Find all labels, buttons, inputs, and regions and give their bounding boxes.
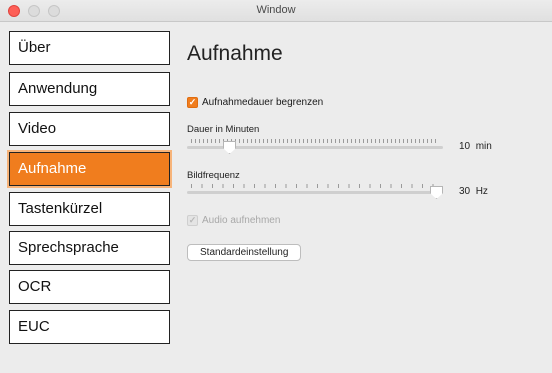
duration-value-number: 10 <box>459 141 471 152</box>
sidebar-item-tastenkurzel[interactable]: Tastenkürzel <box>9 192 170 226</box>
limit-duration-checkbox[interactable]: ✓ <box>187 97 198 108</box>
duration-slider-thumb[interactable] <box>223 141 236 154</box>
sidebar-item-euc[interactable]: EUC <box>9 310 170 344</box>
framerate-value: 30 Hz <box>459 186 488 197</box>
duration-value-unit: min <box>475 141 492 152</box>
framerate-slider-track <box>187 191 443 194</box>
duration-label: Dauer in Minuten <box>187 124 260 135</box>
window-title: Window <box>256 4 296 16</box>
audio-row: ✓ Audio aufnehmen <box>187 215 280 226</box>
sidebar-item-sprechsprache[interactable]: Sprechsprache <box>9 231 170 265</box>
settings-panel: Aufnahme ✓ Aufnahmedauer begrenzen Dauer… <box>172 22 552 373</box>
audio-label: Audio aufnehmen <box>202 215 281 226</box>
duration-slider[interactable] <box>187 138 443 156</box>
sidebar-item-anwendung[interactable]: Anwendung <box>9 72 170 106</box>
framerate-value-unit: Hz <box>475 186 488 197</box>
sidebar-item-video[interactable]: Video <box>9 112 170 146</box>
app-window: Window Über Anwendung Video Aufnahme Tas… <box>0 0 552 373</box>
framerate-label: Bildfrequenz <box>187 170 240 181</box>
page-title: Aufnahme <box>187 42 283 65</box>
limit-duration-row: ✓ Aufnahmedauer begrenzen <box>187 97 323 108</box>
sidebar-item-aufnahme[interactable]: Aufnahme <box>9 152 170 186</box>
framerate-slider[interactable] <box>187 183 443 201</box>
sidebar: Über Anwendung Video Aufnahme Tastenkürz… <box>0 22 172 373</box>
audio-checkbox[interactable]: ✓ <box>187 215 198 226</box>
title-bar: Window <box>0 0 552 22</box>
sidebar-item-ocr[interactable]: OCR <box>9 270 170 304</box>
duration-value: 10 min <box>459 141 492 152</box>
limit-duration-label: Aufnahmedauer begrenzen <box>202 97 324 108</box>
sidebar-item-uber[interactable]: Über <box>9 31 170 65</box>
framerate-slider-ticks <box>191 184 439 188</box>
framerate-slider-thumb[interactable] <box>430 186 443 199</box>
framerate-value-number: 30 <box>459 186 471 197</box>
reset-defaults-button[interactable]: Standardeinstellung <box>187 244 302 261</box>
